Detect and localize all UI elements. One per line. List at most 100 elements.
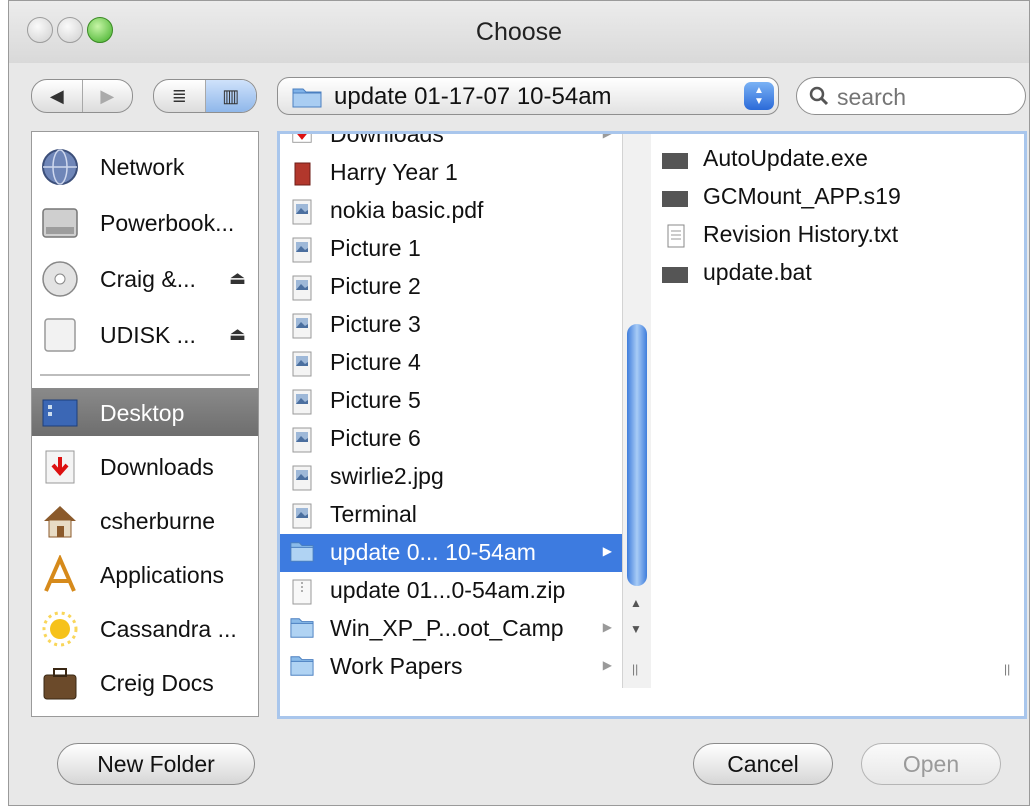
- location-popup-label: update 01-17-07 10-54am: [334, 83, 612, 110]
- location-popup[interactable]: update 01-17-07 10-54am ▲ ▼: [277, 77, 779, 115]
- file-name: Win_XP_P...oot_Camp: [330, 615, 564, 641]
- file-name: Harry Year 1: [330, 159, 458, 185]
- sidebar-item-applications[interactable]: Applications: [32, 550, 258, 598]
- file-row[interactable]: Downloads ▶: [280, 134, 622, 154]
- toolbar: ◀ ▶ ≣ ▥ update 01-17-07 10-54am ▲ ▼: [9, 63, 1029, 123]
- home-icon: [44, 506, 76, 538]
- sidebar-item-label: Cassandra ...: [100, 616, 237, 642]
- image-document-icon: [290, 502, 314, 530]
- executable-file-icon: [661, 262, 689, 286]
- sidebar-item-desktop[interactable]: Desktop: [32, 388, 258, 436]
- sidebar-item-label: Desktop: [100, 400, 185, 426]
- column-resize-handle[interactable]: ||: [632, 662, 638, 676]
- scroll-up-arrow-icon[interactable]: ▲: [630, 596, 642, 610]
- sidebar-item-creig-docs[interactable]: Creig Docs: [32, 658, 258, 706]
- book-icon: [290, 160, 314, 188]
- search-input[interactable]: [835, 83, 1019, 111]
- desktop-icon: [42, 399, 78, 427]
- file-row[interactable]: update.bat: [651, 254, 1024, 292]
- forward-button[interactable]: ▶: [81, 80, 133, 112]
- sidebar-item-cd[interactable]: Craig &... ⏏: [32, 254, 258, 302]
- file-row[interactable]: Terminal: [280, 496, 622, 534]
- file-row[interactable]: Picture 3: [280, 306, 622, 344]
- file-row[interactable]: AutoUpdate.exe: [651, 140, 1024, 178]
- file-name: AutoUpdate.exe: [703, 145, 868, 171]
- cd-disc-icon: [42, 261, 78, 297]
- column-view-button[interactable]: ▥: [204, 80, 256, 112]
- disclosure-arrow-icon: ▶: [602, 658, 612, 672]
- downloads-icon: [45, 450, 75, 484]
- navigation-segmented-control: ◀ ▶: [31, 79, 133, 113]
- folder-icon: [290, 654, 314, 682]
- file-name: Picture 3: [330, 311, 421, 337]
- sidebar-item-home[interactable]: csherburne: [32, 496, 258, 544]
- file-row[interactable]: update 0... 10-54am ▶: [280, 534, 622, 572]
- eject-icon[interactable]: ⏏: [229, 324, 246, 345]
- choose-dialog: Choose ◀ ▶ ≣ ▥ update 01-17-07 10-54am ▲…: [8, 0, 1030, 806]
- file-name: Terminal: [330, 501, 417, 527]
- sidebar-item-downloads[interactable]: Downloads: [32, 442, 258, 490]
- browser-column-update: AutoUpdate.exe GCMount_APP.s19 Revision Hi…: [651, 134, 1024, 716]
- scrollbar-thumb[interactable]: [627, 324, 647, 586]
- image-document-icon: [290, 350, 314, 378]
- file-name: Picture 4: [330, 349, 421, 375]
- sidebar: Network Powerbook... Craig &... ⏏ UDISK …: [31, 131, 259, 717]
- disclosure-arrow-icon: ▶: [602, 544, 612, 558]
- sidebar-item-cassandra[interactable]: Cassandra ...: [32, 604, 258, 652]
- file-row[interactable]: swirlie2.jpg: [280, 458, 622, 496]
- executable-file-icon: [661, 148, 689, 172]
- folder-icon: [292, 88, 322, 108]
- file-name: Picture 6: [330, 425, 421, 451]
- sidebar-item-powerbook[interactable]: Powerbook...: [32, 198, 258, 246]
- file-name: Picture 1: [330, 235, 421, 261]
- file-row[interactable]: Picture 2: [280, 268, 622, 306]
- open-button[interactable]: Open: [861, 743, 1001, 785]
- title-bar: Choose: [9, 1, 1029, 63]
- back-button[interactable]: ◀: [32, 80, 82, 112]
- image-document-icon: [290, 426, 314, 454]
- sidebar-divider: [40, 374, 250, 376]
- cancel-button[interactable]: Cancel: [693, 743, 833, 785]
- folder-icon: [290, 540, 314, 568]
- list-view-button[interactable]: ≣: [154, 80, 205, 112]
- image-document-icon: [290, 312, 314, 340]
- eject-icon[interactable]: ⏏: [229, 268, 246, 289]
- file-name: update.bat: [703, 259, 812, 285]
- file-row[interactable]: update 01...0-54am.zip: [280, 572, 622, 610]
- file-name: Downloads: [330, 134, 444, 147]
- file-row[interactable]: Picture 6: [280, 420, 622, 458]
- column-scrollbar[interactable]: ▲ ▼: [622, 134, 651, 688]
- scroll-down-arrow-icon[interactable]: ▼: [630, 622, 642, 636]
- image-document-icon: [290, 464, 314, 492]
- network-globe-icon: [42, 149, 78, 185]
- disclosure-arrow-icon: ▶: [603, 134, 612, 140]
- file-row[interactable]: GCMount_APP.s19: [651, 178, 1024, 216]
- sidebar-item-label: Craig &...: [100, 266, 196, 292]
- file-name: swirlie2.jpg: [330, 463, 444, 489]
- file-name: Picture 2: [330, 273, 421, 299]
- file-row[interactable]: Picture 1: [280, 230, 622, 268]
- column-resize-handle[interactable]: ||: [1004, 662, 1010, 676]
- new-folder-button[interactable]: New Folder: [57, 743, 255, 785]
- file-row[interactable]: nokia basic.pdf: [280, 192, 622, 230]
- file-row[interactable]: Picture 5: [280, 382, 622, 420]
- sidebar-item-network[interactable]: Network: [32, 142, 258, 190]
- sidebar-item-label: csherburne: [100, 508, 216, 534]
- file-row[interactable]: Revision History.txt: [651, 216, 1024, 254]
- applications-icon: [44, 555, 76, 592]
- sidebar-item-label: UDISK ...: [100, 322, 196, 348]
- file-row[interactable]: Harry Year 1: [280, 154, 622, 192]
- popup-arrows-icon: ▲ ▼: [744, 82, 774, 110]
- file-row[interactable]: Picture 4: [280, 344, 622, 382]
- file-name: update 0... 10-54am: [330, 539, 536, 565]
- image-document-icon: [290, 388, 314, 416]
- view-segmented-control: ≣ ▥: [153, 79, 257, 113]
- file-row[interactable]: Win_XP_P...oot_Camp ▶: [280, 610, 622, 648]
- file-row[interactable]: Work Papers ▶: [280, 648, 622, 686]
- zip-archive-icon: [290, 578, 314, 606]
- briefcase-icon: [43, 668, 77, 700]
- hard-disk-icon: [42, 208, 78, 238]
- file-name: Revision History.txt: [703, 221, 899, 247]
- file-name: Picture 5: [330, 387, 421, 413]
- sidebar-item-udisk[interactable]: UDISK ... ⏏: [32, 310, 258, 358]
